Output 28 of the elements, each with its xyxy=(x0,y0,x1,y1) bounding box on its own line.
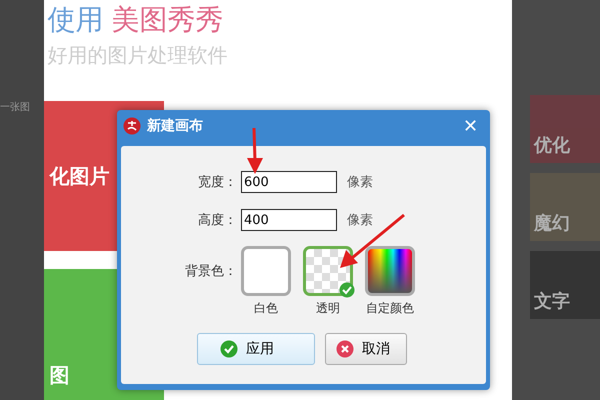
apply-button[interactable]: 应用 xyxy=(197,333,315,365)
checkmark-icon xyxy=(339,282,355,298)
field-label: 背景色： xyxy=(184,263,237,280)
color-swatch[interactable] xyxy=(241,246,291,296)
headline-text: 使用 xyxy=(48,4,104,36)
arrow-annotation xyxy=(340,214,405,268)
swatch-label: 自定颜色 xyxy=(366,300,414,317)
caption-text: 一张图 xyxy=(0,100,30,114)
feature-tile[interactable]: 文字 xyxy=(530,251,600,319)
checkmark-icon xyxy=(220,340,238,358)
unit-label: 像素 xyxy=(347,174,373,191)
feature-tile[interactable]: 优化 xyxy=(530,95,600,163)
input-field[interactable]: 600 xyxy=(241,171,337,193)
swatch-label: 透明 xyxy=(316,300,340,317)
close-icon xyxy=(336,340,354,358)
feature-tile[interactable]: 魔幻 xyxy=(530,173,600,241)
input-field[interactable]: 400 xyxy=(241,209,337,231)
cancel-button[interactable]: 取消 xyxy=(325,333,407,365)
app-logo-icon xyxy=(123,117,141,135)
field-label: 高度： xyxy=(197,212,237,229)
close-button[interactable]: ✕ xyxy=(457,115,484,137)
arrow-annotation xyxy=(247,128,263,174)
field-label: 宽度： xyxy=(197,174,237,191)
unit-label: 像素 xyxy=(347,212,373,229)
color-swatch[interactable] xyxy=(365,246,415,296)
brand-text: 美图秀秀 xyxy=(112,4,224,36)
swatch-label: 白色 xyxy=(254,300,278,317)
color-swatch[interactable] xyxy=(303,246,353,296)
